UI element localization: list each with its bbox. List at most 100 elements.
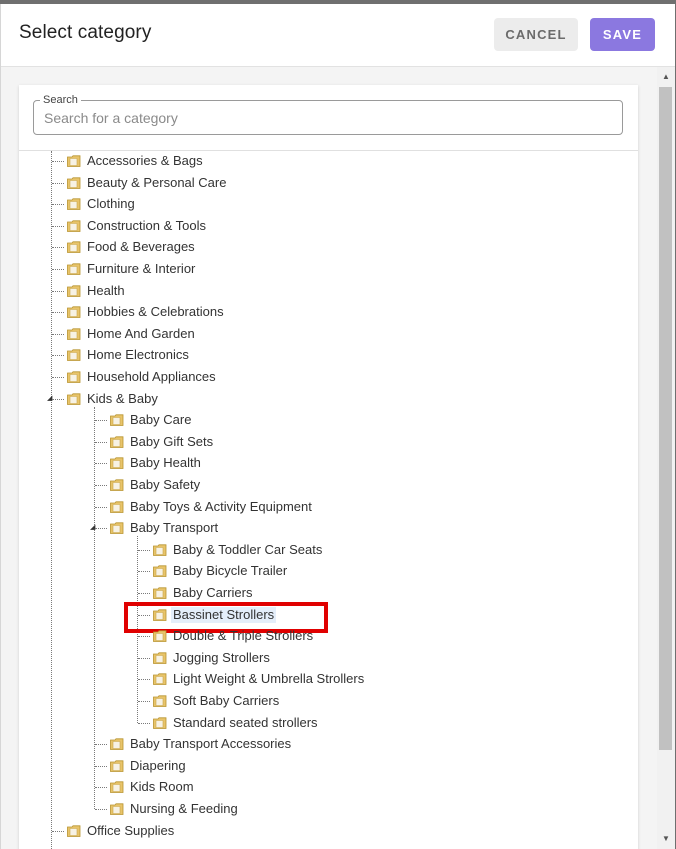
tree-connector (95, 528, 107, 530)
tree-node-kids-room[interactable]: Kids Room (19, 777, 638, 797)
tree-node-baby-and-toddler-car-seats[interactable]: Baby & Toddler Car Seats (19, 540, 638, 560)
tree-connector (52, 161, 64, 162)
tree-node-bassinet-strollers[interactable]: Bassinet Strollers (19, 605, 638, 625)
tree-node-label: Health (87, 282, 125, 298)
tree-node-home-and-garden[interactable]: Home And Garden (19, 324, 638, 344)
save-button[interactable]: SAVE (590, 18, 655, 51)
tree-connector (52, 830, 64, 832)
tree-node-label: Kids Room (130, 779, 194, 795)
tree-node-label: Hobbies & Celebrations (87, 304, 224, 320)
select-category-dialog: Select category CANCEL SAVE Search Acces… (0, 4, 675, 849)
tree-node-label: Baby Transport Accessories (130, 736, 292, 752)
tree-connector (138, 593, 150, 594)
folder-icon (67, 240, 81, 254)
tree-node-construction-and-tools[interactable]: Construction & Tools (19, 216, 638, 236)
tree-node-beauty-and-personal-care[interactable]: Beauty & Personal Care (19, 173, 638, 193)
scroll-thumb[interactable] (659, 87, 672, 750)
folder-icon (153, 672, 167, 686)
tree-node-label: Baby & Toddler Car Seats (173, 541, 323, 557)
scrollbar[interactable]: ▲ ▼ (657, 67, 675, 849)
tree-connector (138, 571, 150, 573)
tree-node-label: Diapering (130, 757, 186, 773)
tree-node-label: Furniture & Interior (87, 261, 196, 276)
tree-node-home-electronics[interactable]: Home Electronics (19, 345, 638, 365)
tree-connector (95, 765, 107, 767)
tree-node-baby-safety[interactable]: Baby Safety (19, 475, 638, 495)
tree-node-label: Light Weight & Umbrella Strollers (173, 671, 365, 687)
tree-node-diapering[interactable]: Diapering (19, 756, 638, 776)
tree-node-light-weight-and-umbrella-strollers[interactable]: Light Weight & Umbrella Strollers (19, 669, 638, 689)
tree-node-office-supplies[interactable]: Office Supplies (19, 821, 638, 841)
tree-node-jogging-strollers[interactable]: Jogging Strollers (19, 648, 638, 668)
tree-node-label: Office Supplies (87, 822, 175, 838)
cancel-button[interactable]: CANCEL (494, 18, 578, 51)
folder-icon (67, 197, 81, 211)
folder-icon (67, 176, 81, 189)
tree-node-label: Home Electronics (87, 347, 189, 363)
dialog-header: Select category CANCEL SAVE (1, 4, 675, 67)
tree-node-baby-transport-accessories[interactable]: Baby Transport Accessories (19, 734, 638, 754)
tree-connector (52, 204, 64, 206)
tree-node-label: Baby Gift Sets (130, 433, 214, 449)
folder-icon (153, 694, 167, 707)
tree-connector (52, 247, 64, 249)
tree-node-label: Jogging Strollers (173, 649, 270, 665)
tree-node-label: Household Appliances (87, 369, 216, 384)
tree-node-label: Baby Toys & Activity Equipment (130, 498, 312, 514)
tree-node-baby-care[interactable]: Baby Care (19, 410, 638, 430)
tree-node-label: Baby Transport (130, 520, 219, 536)
tree-connector (52, 269, 64, 270)
folder-icon (67, 262, 81, 275)
tree-node-baby-health[interactable]: Baby Health (19, 453, 638, 473)
tree-connector (52, 333, 64, 335)
tree-node-baby-gift-sets[interactable]: Baby Gift Sets (19, 432, 638, 452)
tree-node-clothing[interactable]: Clothing (19, 194, 638, 214)
tree-node-baby-transport[interactable]: ◢ Baby Transport (19, 518, 638, 538)
tree-node-double-and-triple-strollers[interactable]: Double & Triple Strollers (19, 626, 638, 646)
tree-node-label: Clothing (87, 196, 135, 212)
tree-node-accessories-and-bags[interactable]: Accessories & Bags (19, 151, 638, 171)
dialog-body: Search Accessories & BagsBeauty & Person… (1, 67, 657, 849)
tree-node-label: Baby Care (130, 412, 192, 428)
tree-node-food-and-beverages[interactable]: Food & Beverages (19, 237, 638, 257)
dialog-title: Select category (19, 22, 152, 43)
tree-connector (95, 506, 107, 508)
category-card: Search Accessories & BagsBeauty & Person… (19, 85, 638, 849)
tree-connector (95, 787, 107, 789)
folder-icon (110, 435, 124, 448)
tree-connector (95, 809, 107, 810)
tree-node-nursing-and-feeding[interactable]: Nursing & Feeding (19, 799, 638, 819)
folder-icon (153, 586, 167, 599)
tree-node-label: Kids & Baby (87, 390, 158, 406)
tree-connector (52, 377, 64, 378)
tree-node-label: Accessories & Bags (87, 153, 203, 168)
folder-icon (67, 327, 81, 340)
folder-icon (110, 759, 124, 772)
tree-node-label: Baby Safety (130, 477, 201, 492)
tree-connector (52, 225, 64, 227)
tree-node-baby-bicycle-trailer[interactable]: Baby Bicycle Trailer (19, 561, 638, 581)
scroll-up-arrow-icon[interactable]: ▲ (657, 70, 675, 84)
tree-node-hobbies-and-celebrations[interactable]: Hobbies & Celebrations (19, 302, 638, 322)
tree-connector (52, 182, 64, 184)
tree-connector (95, 441, 107, 443)
tree-node-soft-baby-carriers[interactable]: Soft Baby Carriers (19, 691, 638, 711)
tree-node-baby-carriers[interactable]: Baby Carriers (19, 583, 638, 603)
tree-node-household-appliances[interactable]: Household Appliances (19, 367, 638, 387)
folder-icon (153, 629, 167, 643)
tree-node-baby-toys-and-activity-equipment[interactable]: Baby Toys & Activity Equipment (19, 497, 638, 517)
tree-connector (95, 463, 107, 465)
scroll-down-arrow-icon[interactable]: ▼ (657, 832, 675, 846)
folder-icon (67, 348, 81, 362)
tree-node-health[interactable]: Health (19, 281, 638, 301)
tree-node-label: Construction & Tools (87, 217, 206, 233)
folder-icon (153, 543, 167, 556)
tree-connector (138, 657, 150, 659)
folder-icon (67, 392, 81, 405)
tree-node-label: Double & Triple Strollers (173, 628, 314, 644)
tree-node-furniture-and-interior[interactable]: Furniture & Interior (19, 259, 638, 279)
folder-icon (67, 154, 81, 167)
folder-icon (67, 284, 81, 297)
tree-node-standard-seated-strollers[interactable]: Standard seated strollers (19, 713, 638, 733)
tree-node-kids-and-baby[interactable]: ◢ Kids & Baby (19, 389, 638, 409)
